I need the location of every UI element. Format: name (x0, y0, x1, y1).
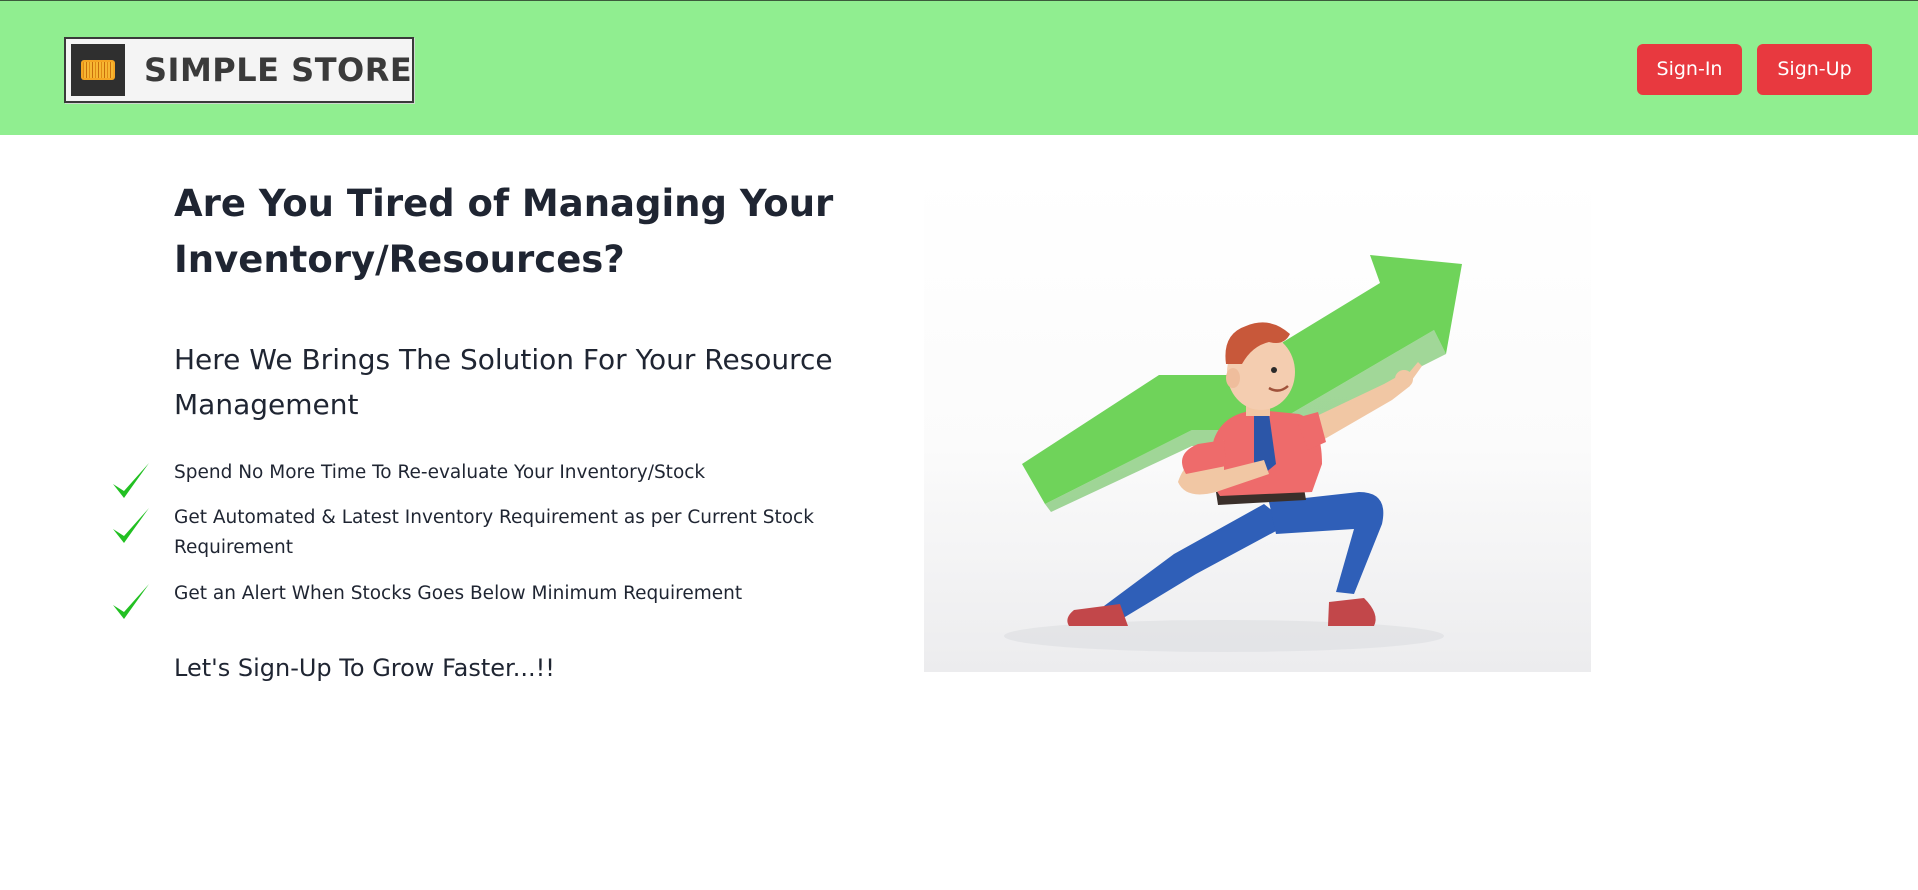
check-icon (113, 584, 149, 619)
brand-name: SIMPLE STORE (144, 51, 413, 89)
top-navbar: SIMPLE STORE Sign-In Sign-Up (0, 0, 1918, 135)
signup-call-to-action: Let's Sign-Up To Grow Faster...!! (174, 654, 555, 682)
check-icon (113, 463, 149, 498)
feature-item: Get Automated & Latest Inventory Require… (105, 503, 825, 563)
feature-item: Spend No More Time To Re-evaluate Your I… (105, 458, 825, 498)
growth-arrow-character-icon (1004, 255, 1462, 652)
feature-item: Get an Alert When Stocks Goes Below Mini… (105, 579, 825, 619)
check-icon (113, 508, 149, 543)
feature-text: Get an Alert When Stocks Goes Below Mini… (174, 583, 743, 604)
feature-text: Spend No More Time To Re-evaluate Your I… (174, 462, 706, 483)
feature-text: Get Automated & Latest Inventory Require… (174, 507, 814, 558)
sign-in-button[interactable]: Sign-In (1637, 44, 1742, 95)
brand-logo-link[interactable]: SIMPLE STORE (64, 37, 414, 103)
sign-up-button[interactable]: Sign-Up (1757, 44, 1872, 95)
box-icon (71, 44, 125, 96)
growth-illustration (924, 174, 1591, 672)
hero-title: Are You Tired of Managing Your Inventory… (174, 182, 834, 281)
hero-subtitle: Here We Brings The Solution For Your Res… (174, 343, 833, 421)
feature-list: Spend No More Time To Re-evaluate Your I… (105, 458, 825, 624)
